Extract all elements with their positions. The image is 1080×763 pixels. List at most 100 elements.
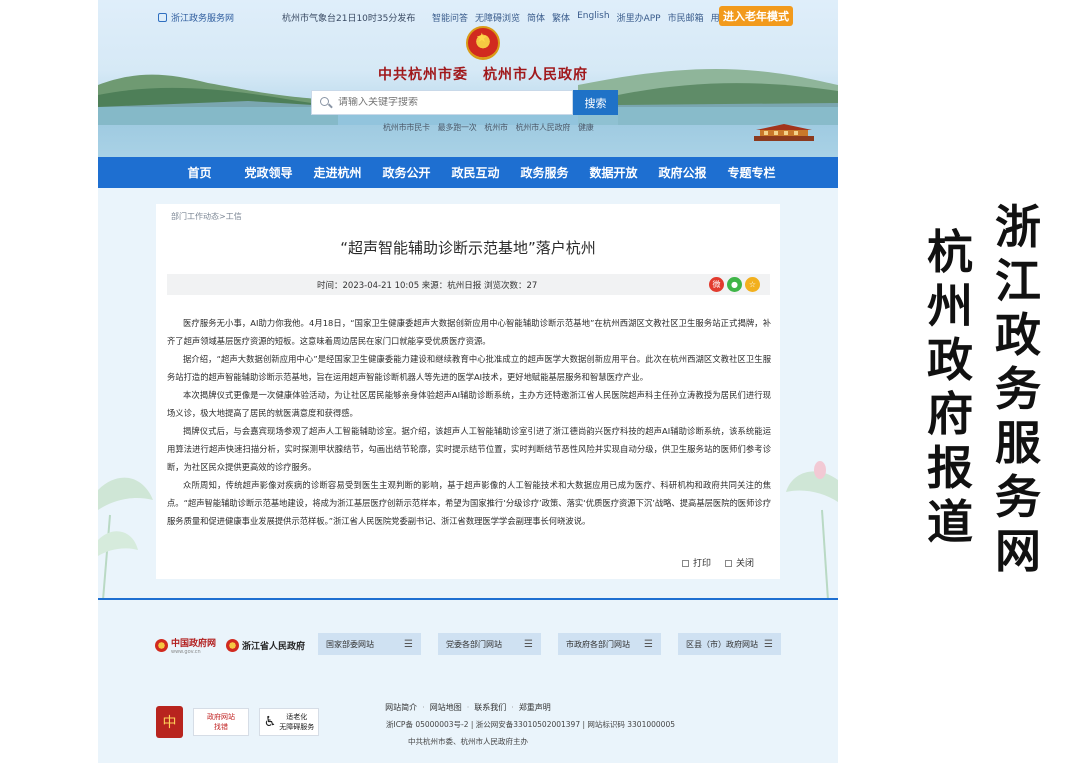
article-paragraph: 揭牌仪式后，与会嘉宾现场参观了超声人工智能辅助诊室。据介绍，该超声人工智能辅助诊… [167,426,771,472]
nav-gazette[interactable]: 政府公报 [648,164,717,181]
menu-icon: ☰ [404,638,413,650]
zj-gov-label: 浙江省人民政府 [242,642,306,652]
caption-char: 报 [927,441,973,495]
caption-char: 务 [995,362,1041,416]
article-paragraph: 本次揭牌仪式更像是一次健康体验活动，为让社区居民能够亲身体验超声AI辅助诊断系统… [167,390,771,418]
top-link-app[interactable]: 浙里办APP [617,11,661,24]
article-actions: 打印 关闭 [681,556,754,569]
article-body: 医疗服务无小事，AI助力你我他。4月18日，“国家卫生健康委超声大数据创新应用中… [167,314,771,530]
china-gov-label: 中国政府网 [171,639,217,649]
china-gov-emblem-icon [155,639,168,652]
close-label: 关闭 [735,559,754,569]
menu-icon: ☰ [644,638,653,650]
print-label: 打印 [692,559,711,569]
caption-zj-service: 浙江政务服务网 [992,200,1044,578]
search-button[interactable]: 搜索 [573,90,618,115]
select-districts[interactable]: 区县（市）政府网站 ☰ [678,633,781,655]
china-gov-url: www.gov.cn [171,649,201,655]
nav-gov-service[interactable]: 政务服务 [510,164,579,181]
footer-host: 中共杭州市委、杭州市人民政府主办 [408,737,528,746]
article-card: 部门工作动态>工信 “超声智能辅助诊断示范基地”落户杭州 时间：2023-04-… [156,204,780,579]
site-frame: ★ 中共杭州市委 杭州市人民政府 搜索 杭州市市民卡 最多跑一次 杭州市 杭州市… [98,0,838,763]
top-link-ai-qa[interactable]: 智能问答 [432,11,468,24]
site-title: 中共杭州市委 杭州市人民政府 [378,67,588,83]
caption-char: 杭 [927,225,973,279]
caption-char: 务 [995,470,1041,524]
caption-hz-report: 杭州政府报道 [924,225,976,549]
select-party-depts[interactable]: 党委各部门网站 ☰ [438,633,541,655]
top-link-mail[interactable]: 市民邮箱 [668,11,704,24]
pleasure-boat-illustration [754,124,814,141]
zj-service-logo-icon [158,13,167,22]
hot-search-links[interactable]: 杭州市市民卡 最多跑一次 杭州市 杭州市人民政府 健康 [383,122,594,133]
nav-open-data[interactable]: 数据开放 [579,164,648,181]
top-link-english[interactable]: English [577,11,610,24]
caption-char: 道 [927,495,973,549]
nav-about-hangzhou[interactable]: 走进杭州 [303,164,372,181]
caption-char: 浙 [995,200,1041,254]
side-caption: 浙江政务服务网 杭州政府报道 [924,200,1044,578]
footer-divider [98,598,838,600]
nav-special-topics[interactable]: 专题专栏 [717,164,786,181]
nav-leaders[interactable]: 党政领导 [234,164,303,181]
caption-char: 府 [927,387,973,441]
caption-char: 政 [927,333,973,387]
breadcrumb[interactable]: 部门工作动态>工信 [171,211,242,222]
elder-mode-button[interactable]: 进入老年模式 [719,6,793,26]
caption-char: 州 [927,279,973,333]
zj-gov-link[interactable]: 浙江省人民政府 [226,639,305,652]
top-links: 智能问答 无障碍浏览 简体 繁体 English 浙里办APP 市民邮箱 用户中… [432,11,747,24]
zj-gov-service-link[interactable]: 浙江政务服务网 [158,11,234,24]
select-ministries[interactable]: 国家部委网站 ☰ [318,633,421,655]
footer-links: 网站简介 · 网站地图 · 联系我们 · 郑重声明 [385,703,551,712]
select-label: 党委各部门网站 [446,639,502,649]
top-link-traditional[interactable]: 繁体 [552,11,570,24]
footer-icp: 浙ICP备 05000003号-2 | 浙公网安备33010502001397 … [385,720,675,729]
print-icon [681,560,689,567]
nav-gov-disclosure[interactable]: 政务公开 [372,164,441,181]
nav-interaction[interactable]: 政民互动 [441,164,510,181]
article-title: “超声智能辅助诊断示范基地”落户杭州 [340,239,596,257]
article-paragraph: 众所周知，传统超声影像对疾病的诊断容易受到医生主观判断的影响，基于超声影像的人工… [167,480,771,526]
footer-link-contact[interactable]: 联系我们 [474,703,506,712]
caption-char: 服 [995,416,1041,470]
lotus-decoration [98,477,153,600]
footer-link-about[interactable]: 网站简介 [385,703,417,712]
select-label: 市政府各部门网站 [566,639,630,649]
favorite-star-icon[interactable]: ☆ [745,277,760,292]
article-meta: 时间：2023-04-21 10:05 来源：杭州日报 浏览次数：27 微 ● … [167,274,770,295]
top-bar: 浙江政务服务网 杭州市气象台21日10时35分发布 智能问答 无障碍浏览 简体 … [98,0,838,34]
site-selects: 国家部委网站 ☰ 党委各部门网站 ☰ 市政府各部门网站 ☰ 区县（市）政府网站 ☰ [318,633,781,655]
menu-icon: ☰ [764,638,773,650]
search-box[interactable] [311,90,573,115]
caption-char: 网 [995,524,1041,578]
zj-gov-emblem-icon [226,639,240,652]
close-icon [724,560,732,567]
main-nav: 首页 党政领导 走进杭州 政务公开 政民互动 政务服务 数据开放 政府公报 专题… [98,157,838,188]
select-city-depts[interactable]: 市政府各部门网站 ☰ [558,633,661,655]
china-gov-link[interactable]: 中国政府网 www.gov.cn [155,636,216,655]
close-button[interactable]: 关闭 [724,556,754,569]
print-button[interactable]: 打印 [681,556,711,569]
gov-logos: 中国政府网 www.gov.cn 浙江省人民政府 [155,636,305,655]
caption-char: 江 [995,254,1041,308]
caption-char: 政 [995,308,1041,362]
article-meta-text: 时间：2023-04-21 10:05 来源：杭州日报 浏览次数：27 [317,280,538,291]
footer-link-disclaimer[interactable]: 郑重声明 [519,703,551,712]
search-icon [319,96,333,110]
article-paragraph: 据介绍，“超声大数据创新应用中心”是经国家卫生健康委能力建设和继续教育中心批准成… [167,354,771,382]
search-input[interactable] [338,97,558,108]
article-paragraph: 医疗服务无小事，AI助力你我他。4月18日，“国家卫生健康委超声大数据创新应用中… [167,318,771,346]
top-link-accessibility[interactable]: 无障碍浏览 [475,11,520,24]
footer-link-sitemap[interactable]: 网站地图 [430,703,462,712]
select-label: 区县（市）政府网站 [686,639,758,649]
share-buttons: 微 ● ☆ [709,277,760,292]
weather-notice: 杭州市气象台21日10时35分发布 [282,14,416,24]
select-label: 国家部委网站 [326,639,374,649]
lotus-decoration [786,461,838,600]
wechat-share-icon[interactable]: ● [727,277,742,292]
brand-label: 浙江政务服务网 [171,14,235,24]
weibo-share-icon[interactable]: 微 [709,277,724,292]
nav-home[interactable]: 首页 [165,164,234,181]
top-link-simplified[interactable]: 简体 [527,11,545,24]
